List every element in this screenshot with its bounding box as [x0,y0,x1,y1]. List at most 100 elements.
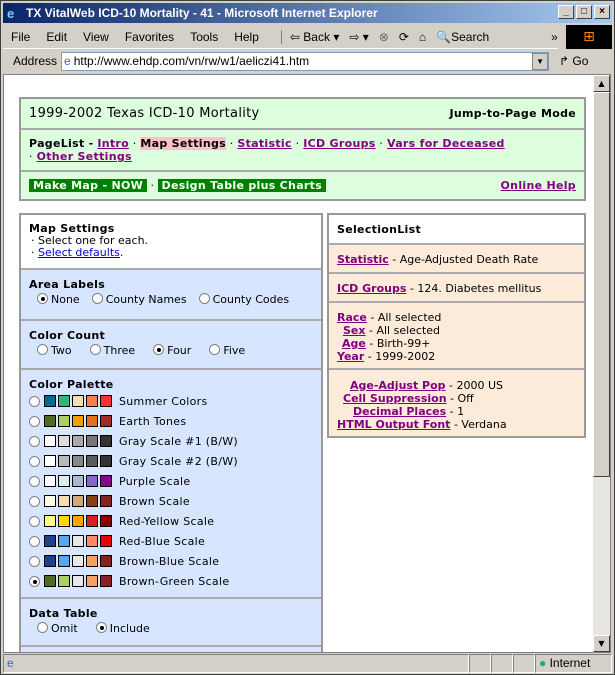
refresh-icon[interactable]: ⟳ [399,30,409,44]
selection-link[interactable]: Age-Adjust Pop [350,379,446,392]
selection-item: Race - All selected [337,311,576,324]
color-count-section: Color Count Two Three Four Five [21,321,321,370]
selection-link[interactable]: Race [337,311,367,324]
toolbar-overflow[interactable]: » [551,30,558,44]
maximize-button[interactable]: □ [576,5,592,19]
color-swatch [86,535,98,547]
selection-link[interactable]: Age [342,337,366,350]
palette-option[interactable]: Purple Scale [21,471,321,491]
radio-color-count-0[interactable]: Two [37,344,72,357]
icd-groups-link[interactable]: ICD Groups [337,282,406,295]
palette-option[interactable]: Brown Scale [21,491,321,511]
home-icon[interactable]: ⌂ [419,30,426,44]
pagelist-label: PageList - [29,137,94,150]
selection-link[interactable]: Cell Suppression [343,392,447,405]
radio-button[interactable] [209,344,221,355]
back-label: Back [303,29,330,44]
close-button[interactable]: × [594,5,610,19]
color-swatch [44,495,56,507]
online-help-link[interactable]: Online Help [501,179,576,192]
radio-button[interactable] [89,344,101,355]
radio-button[interactable] [198,293,210,304]
radio-button[interactable] [29,515,40,527]
selection-item: Sex - All selected [337,324,576,337]
make-map-button[interactable]: Make Map - NOW [29,179,148,192]
radio-label: Omit [51,622,78,635]
palette-option[interactable]: Red-Blue Scale [21,531,321,551]
statistic-link[interactable]: Statistic [337,253,389,266]
color-palette-section: Color Palette Summer Colors Earth Tones Gr… [21,370,321,599]
menu-help[interactable]: Help [226,30,267,44]
page-link-intro[interactable]: Intro [97,137,129,150]
vertical-scrollbar[interactable]: ▲ ▼ [593,75,610,652]
radio-button[interactable] [37,344,48,355]
page-link-icd-groups[interactable]: ICD Groups [303,137,375,150]
radio-button[interactable] [29,575,40,587]
ie-logo-icon: e [7,5,15,21]
stop-icon[interactable]: ⊗ [379,30,389,44]
back-button[interactable]: ⇦ Back ▾ [290,30,339,44]
palette-option[interactable]: Earth Tones [21,411,321,431]
radio-button[interactable] [29,535,40,547]
window-title: TX VitalWeb ICD-10 Mortality - 41 - Micr… [26,6,378,20]
radio-area-labels-2[interactable]: County Codes [198,293,289,306]
palette-option[interactable]: Brown-Green Scale [21,571,321,591]
design-table-button[interactable]: Design Table plus Charts [157,179,327,192]
color-swatch [44,415,56,427]
menu-tools[interactable]: Tools [182,30,226,44]
selection-item: Cell Suppression - Off [337,392,576,405]
radio-color-count-1[interactable]: Three [89,344,135,357]
radio-button[interactable] [29,415,40,427]
radio-color-count-3[interactable]: Five [209,344,245,357]
scroll-up-arrow[interactable]: ▲ [593,75,610,92]
radio-data-table-1[interactable]: Include [95,622,150,635]
page-link-statistic[interactable]: Statistic [237,137,291,150]
search-button[interactable]: 🔍Search [436,30,489,44]
palette-option[interactable]: Gray Scale #1 (B/W) [21,431,321,451]
radio-button[interactable] [29,475,40,487]
radio-button[interactable] [29,495,40,507]
address-dropdown[interactable]: ▼ [532,52,549,70]
page-content: ▲ ▼ 1999-2002 Texas ICD-10 Mortality Jum… [3,74,611,653]
selection-link[interactable]: HTML Output Font [337,418,450,431]
radio-color-count-2[interactable]: Four [153,344,191,357]
radio-button[interactable] [95,622,107,633]
radio-button[interactable] [37,622,48,633]
address-input[interactable]: e http://www.ehdp.com/vn/rw/w1/aeliczi41… [61,51,550,71]
selection-link[interactable]: Sex [343,324,365,337]
palette-option[interactable]: Red-Yellow Scale [21,511,321,531]
palette-option[interactable]: Brown-Blue Scale [21,551,321,571]
palette-option[interactable]: Summer Colors [21,391,321,411]
palette-option[interactable]: Gray Scale #2 (B/W) [21,451,321,471]
color-swatch [58,575,70,587]
radio-button[interactable] [29,395,40,407]
selection-link[interactable]: Decimal Places [353,405,446,418]
radio-area-labels-0[interactable]: None [37,293,80,306]
palette-label: Brown-Green Scale [119,574,230,588]
radio-button[interactable] [29,455,40,467]
menu-favorites[interactable]: Favorites [117,30,182,44]
radio-data-table-0[interactable]: Omit [37,622,78,635]
selection-link[interactable]: Year [337,350,364,363]
menu-file[interactable]: File [3,30,38,44]
radio-area-labels-1[interactable]: County Names [91,293,187,306]
status-zone: ● Internet [535,654,612,673]
radio-button[interactable] [37,293,48,304]
menu-view[interactable]: View [75,30,117,44]
radio-button[interactable] [153,344,165,355]
menu-edit[interactable]: Edit [38,30,75,44]
scroll-down-arrow[interactable]: ▼ [593,635,610,652]
go-button[interactable]: ↱ Go [559,54,588,68]
radio-button[interactable] [29,555,40,567]
color-swatch [100,435,112,447]
minimize-button[interactable]: _ [558,5,574,19]
page-link-vars-for-deceased[interactable]: Vars for Deceased [387,137,505,150]
radio-button[interactable] [91,293,103,304]
radio-button[interactable] [29,435,40,447]
scroll-thumb[interactable] [593,92,610,477]
color-swatch [44,555,56,567]
forward-button[interactable]: ⇨ ▾ [349,30,368,44]
select-defaults-link[interactable]: Select defaults [38,246,120,259]
page-link-other-settings[interactable]: Other Settings [37,150,132,163]
map-settings-section: Map Settings · Select one for each. · Se… [21,215,321,270]
